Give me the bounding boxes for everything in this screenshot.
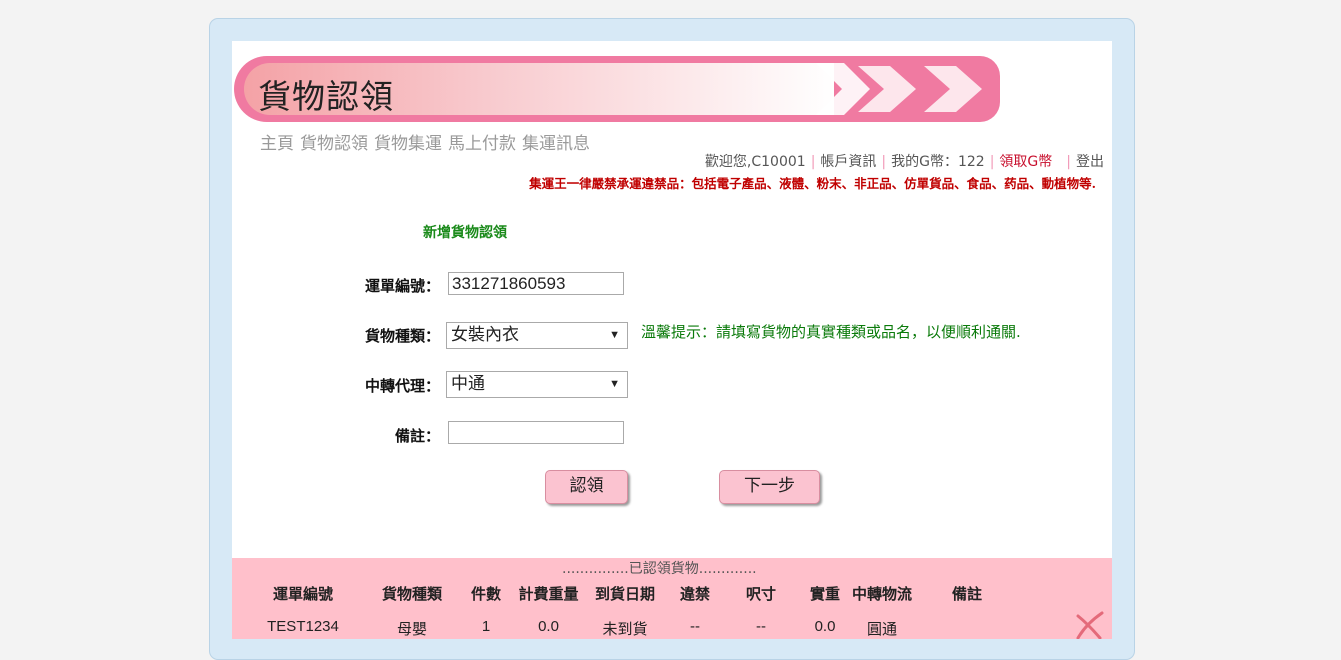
column-header: 貨物種類 bbox=[381, 585, 442, 603]
title-banner: 貨物認領 bbox=[234, 56, 1000, 122]
nav-item-consolidate[interactable]: 貨物集運 bbox=[374, 134, 442, 154]
separator: | bbox=[989, 154, 995, 170]
tracking-number-label: 運單編號： bbox=[364, 277, 440, 295]
next-step-button[interactable]: 下一步 bbox=[719, 470, 820, 504]
table-cell: 0.0 bbox=[814, 618, 836, 635]
claimed-goods-panel: ...............已認領貨物............. 運單編號 貨… bbox=[232, 558, 1112, 639]
dropdown-arrow-icon: ▼ bbox=[609, 329, 620, 341]
table-cell: TEST1234 bbox=[267, 618, 339, 635]
table-cell: 未到貨 bbox=[602, 621, 648, 638]
get-coins-link[interactable]: 領取G幣 bbox=[999, 154, 1052, 170]
category-hint: 溫馨提示：請填寫貨物的真實種類或品名，以便順利通關. bbox=[641, 323, 1021, 341]
my-coins-text: 我的G幣：122 bbox=[891, 154, 985, 170]
table-cell: -- bbox=[690, 618, 700, 635]
remark-input[interactable] bbox=[448, 421, 624, 444]
column-header: 呎寸 bbox=[745, 585, 776, 603]
tracking-number-input[interactable]: 331271860593 bbox=[448, 272, 624, 295]
dropdown-arrow-icon: ▼ bbox=[609, 378, 620, 390]
delete-x-icon[interactable] bbox=[1074, 610, 1104, 639]
logout-link[interactable]: 登出 bbox=[1076, 154, 1104, 170]
column-header: 備註 bbox=[951, 585, 982, 603]
category-label: 貨物種類： bbox=[364, 327, 440, 345]
column-header: 違禁 bbox=[679, 585, 710, 603]
column-header: 件數 bbox=[470, 585, 501, 603]
table-cell: -- bbox=[756, 618, 766, 635]
table-cell: 圓通 bbox=[866, 621, 897, 638]
user-bar: 歡迎您,C10001 | 帳戶資訊 | 我的G幣：122 | 領取G幣 | 登出 bbox=[705, 151, 1104, 171]
form-title: 新增貨物認領 bbox=[423, 225, 507, 241]
claimed-goods-title: ...............已認領貨物............. bbox=[562, 561, 757, 577]
separator: | bbox=[1066, 154, 1071, 170]
category-selected-value: 女裝內衣 bbox=[451, 325, 519, 344]
account-info-link[interactable]: 帳戶資訊 bbox=[820, 154, 876, 170]
main-nav: 主頁 貨物認領 貨物集運 馬上付款 集運訊息 bbox=[260, 129, 596, 154]
welcome-text: 歡迎您,C10001 bbox=[704, 154, 806, 170]
page-title: 貨物認領 bbox=[258, 77, 394, 116]
column-header: 到貨日期 bbox=[594, 585, 655, 603]
nav-item-home[interactable]: 主頁 bbox=[260, 134, 294, 154]
agent-label: 中轉代理： bbox=[364, 377, 440, 395]
column-header: 運單編號 bbox=[272, 585, 333, 603]
agent-select[interactable]: 中通 ▼ bbox=[446, 371, 628, 398]
agent-selected-value: 中通 bbox=[451, 374, 485, 393]
separator: | bbox=[881, 154, 887, 170]
column-header: 中轉物流 bbox=[851, 585, 912, 603]
nav-item-pay[interactable]: 馬上付款 bbox=[448, 134, 516, 154]
table-cell: 1 bbox=[481, 618, 491, 635]
category-select[interactable]: 女裝內衣 ▼ bbox=[446, 322, 628, 349]
table-cell: 0.0 bbox=[538, 618, 559, 635]
remark-label: 備註： bbox=[394, 427, 440, 445]
column-header: 實重 bbox=[809, 585, 840, 603]
table-cell: 母嬰 bbox=[396, 621, 427, 638]
claim-button[interactable]: 認領 bbox=[545, 470, 628, 504]
column-header: 計費重量 bbox=[518, 585, 579, 603]
nav-item-news[interactable]: 集運訊息 bbox=[522, 134, 590, 154]
main-container: 貨物認領 主頁 貨物認領 貨物集運 馬上付款 集運訊息 歡迎您,C10001 | 帳戶資訊 |… bbox=[232, 41, 1112, 639]
prohibited-items-warning: 集運王一律嚴禁承運違禁品：包括電子產品、液體、粉末、非正品、仿單貨品、食品、药品… bbox=[529, 176, 1096, 191]
separator: | bbox=[810, 154, 816, 170]
nav-item-claim[interactable]: 貨物認領 bbox=[300, 134, 368, 154]
